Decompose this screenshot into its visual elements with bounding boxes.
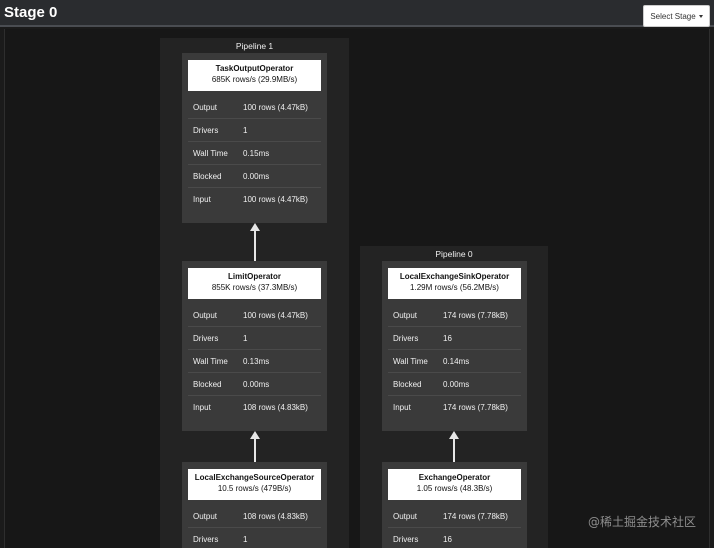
operator-rate: 1.05 rows/s (48.3B/s) [416,484,493,493]
operator-node[interactable]: TaskOutputOperator 685K rows/s (29.9MB/s… [182,53,327,223]
select-stage-label: Select Stage [650,11,696,21]
operator-header: LocalExchangeSourceOperator 10.5 rows/s … [188,469,321,500]
operator-name: LocalExchangeSinkOperator [399,272,510,281]
stage-header: Stage 0 Select Stage [0,0,714,27]
stat-row: Output 100 rows (4.47kB) [188,304,321,327]
stat-label: Output [193,311,218,320]
operator-rate: 685K rows/s (29.9MB/s) [211,75,298,84]
stat-value: 108 rows (4.83kB) [243,512,308,521]
stat-label: Drivers [393,535,419,544]
caret-down-icon [698,14,703,18]
stat-row: Drivers 1 [188,528,321,548]
stat-row: Output 174 rows (7.78kB) [388,304,521,327]
stat-label: Drivers [193,126,219,135]
stat-row: Drivers 1 [188,119,321,142]
stat-label: Input [193,403,211,412]
stat-row: Drivers 16 [388,528,521,548]
operator-header: LocalExchangeSinkOperator 1.29M rows/s (… [388,268,521,299]
pipeline-1: Pipeline 1 TaskOutputOperator 685K rows/… [160,38,349,548]
stat-value: 1 [243,334,248,343]
operator-header: TaskOutputOperator 685K rows/s (29.9MB/s… [188,60,321,91]
stat-value: 174 rows (7.78kB) [443,311,508,320]
stat-label: Input [393,403,411,412]
stat-value: 108 rows (4.83kB) [243,403,308,412]
stat-label: Drivers [193,334,219,343]
stat-row: Input 108 rows (4.83kB) [188,396,321,419]
stat-label: Output [393,512,418,521]
stat-row: Output 100 rows (4.47kB) [188,96,321,119]
watermark: @稀土掘金技术社区 [587,515,696,529]
stat-row: Drivers 1 [188,327,321,350]
stat-value: 1 [243,535,248,544]
stat-label: Blocked [193,380,222,389]
page-title: Stage 0 [4,4,58,21]
stat-value: 0.00ms [443,380,470,389]
operator-rate: 855K rows/s (37.3MB/s) [211,283,298,292]
pipeline-label: Pipeline 1 [235,41,274,51]
operator-rate: 1.29M rows/s (56.2MB/s) [410,283,499,292]
stat-label: Output [393,311,418,320]
select-stage-dropdown[interactable]: Select Stage [643,5,710,27]
stat-row: Blocked 0.00ms [188,373,321,396]
operator-node[interactable]: LocalExchangeSinkOperator 1.29M rows/s (… [382,261,527,431]
stat-row: Input 100 rows (4.47kB) [188,188,321,211]
operator-rate: 10.5 rows/s (479B/s) [217,484,292,493]
operator-node[interactable]: ExchangeOperator 1.05 rows/s (48.3B/s) O… [382,462,527,548]
stat-value: 174 rows (7.78kB) [443,512,508,521]
stat-label: Drivers [193,535,219,544]
operator-node[interactable]: LimitOperator 855K rows/s (37.3MB/s) Out… [182,261,327,431]
stat-label: Wall Time [193,149,228,158]
stat-row: Input 174 rows (7.78kB) [388,396,521,419]
stat-label: Wall Time [393,357,428,366]
stat-value: 100 rows (4.47kB) [243,311,308,320]
stat-label: Drivers [393,334,419,343]
stat-label: Output [193,103,218,112]
stat-value: 174 rows (7.78kB) [443,403,508,412]
operator-name: LocalExchangeSourceOperator [194,473,315,482]
stat-label: Output [193,512,218,521]
stat-row: Output 174 rows (7.78kB) [388,505,521,528]
stat-value: 0.00ms [243,172,270,181]
flow-arrow-icon [449,431,459,462]
operator-name: LimitOperator [228,272,281,281]
pipeline-canvas: Pipeline 1 TaskOutputOperator 685K rows/… [4,29,710,548]
stat-label: Wall Time [193,357,228,366]
stat-value: 100 rows (4.47kB) [243,103,308,112]
stat-label: Blocked [193,172,222,181]
flow-arrow-icon [250,223,260,261]
stat-value: 100 rows (4.47kB) [243,195,308,204]
stat-label: Input [193,195,211,204]
operator-name: TaskOutputOperator [215,64,294,73]
stat-label: Blocked [393,380,422,389]
stat-value: 0.15ms [243,149,270,158]
stat-row: Blocked 0.00ms [188,165,321,188]
stat-value: 0.13ms [243,357,270,366]
stat-row: Wall Time 0.15ms [188,142,321,165]
operator-node[interactable]: LocalExchangeSourceOperator 10.5 rows/s … [182,462,327,548]
stat-row: Wall Time 0.14ms [388,350,521,373]
stat-row: Drivers 16 [388,327,521,350]
operator-name: ExchangeOperator [418,473,491,482]
operator-header: LimitOperator 855K rows/s (37.3MB/s) [188,268,321,299]
stat-value: 16 [443,535,452,544]
stat-value: 16 [443,334,452,343]
pipeline-label: Pipeline 0 [435,249,473,259]
stat-row: Output 108 rows (4.83kB) [188,505,321,528]
stat-row: Wall Time 0.13ms [188,350,321,373]
stat-value: 1 [243,126,248,135]
stat-value: 0.00ms [243,380,270,389]
stat-value: 0.14ms [443,357,470,366]
stat-row: Blocked 0.00ms [388,373,521,396]
operator-header: ExchangeOperator 1.05 rows/s (48.3B/s) [388,469,521,500]
pipeline-0: Pipeline 0 LocalExchangeSinkOperator 1.2… [360,246,548,548]
flow-arrow-icon [250,431,260,462]
